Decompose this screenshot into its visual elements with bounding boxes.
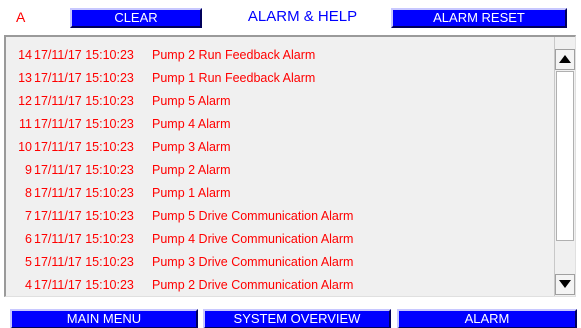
alarm-timestamp: 17/11/17 15:10:23 <box>34 278 134 292</box>
alarm-number: 10 <box>18 140 32 154</box>
alarm-number: 4 <box>25 278 32 292</box>
arrow-down-icon <box>559 280 571 288</box>
alarm-timestamp: 17/11/17 15:10:23 <box>34 186 134 200</box>
alarm-message: Pump 4 Alarm <box>152 117 231 131</box>
alarm-reset-button[interactable]: ALARM RESET <box>391 8 567 28</box>
alarm-message: Pump 3 Drive Communication Alarm <box>152 255 354 269</box>
vertical-scrollbar[interactable] <box>554 37 575 296</box>
alarm-number: 5 <box>25 255 32 269</box>
alarm-message: Pump 1 Alarm <box>152 186 231 200</box>
page-title-text: ALARM & HELP <box>247 8 358 25</box>
alarm-timestamp: 17/11/17 15:10:23 <box>34 140 134 154</box>
main-menu-button[interactable]: MAIN MENU <box>10 309 198 328</box>
alarm-timestamp: 17/11/17 15:10:23 <box>34 71 134 85</box>
alarm-nav-button[interactable]: ALARM <box>397 309 577 328</box>
alarm-timestamp: 17/11/17 15:10:23 <box>34 117 134 131</box>
alarm-message: Pump 4 Drive Communication Alarm <box>152 232 354 246</box>
alarm-number: 14 <box>18 48 32 62</box>
alarm-number: 12 <box>18 94 32 108</box>
scroll-up-button[interactable] <box>555 49 575 70</box>
alarm-message: Pump 2 Alarm <box>152 163 231 177</box>
system-overview-button[interactable]: SYSTEM OVERVIEW <box>203 309 391 328</box>
alarm-message: Pump 2 Drive Communication Alarm <box>152 278 354 292</box>
alarm-timestamp: 17/11/17 15:10:23 <box>34 94 134 108</box>
alarm-number: 6 <box>25 232 32 246</box>
alarm-number: 13 <box>18 71 32 85</box>
clear-button[interactable]: CLEAR <box>70 8 202 28</box>
alarm-timestamp: 17/11/17 15:10:23 <box>34 48 134 62</box>
scroll-down-button[interactable] <box>555 274 575 295</box>
alarm-screen: A CLEAR ALARM & HELP ALARM RESET 14 17/1… <box>0 0 581 328</box>
alarm-number: 11 <box>19 117 32 131</box>
alarm-timestamp: 17/11/17 15:10:23 <box>34 209 134 223</box>
alarm-message: Pump 1 Run Feedback Alarm <box>152 71 316 85</box>
alarm-message: Pump 3 Alarm <box>152 140 231 154</box>
alarm-timestamp: 17/11/17 15:10:23 <box>34 255 134 269</box>
alarm-number: 7 <box>25 209 32 223</box>
scroll-thumb[interactable] <box>556 71 574 241</box>
alarm-number: 8 <box>25 186 32 200</box>
alarm-message: Pump 2 Run Feedback Alarm <box>152 48 316 62</box>
alarm-number: 9 <box>25 163 32 177</box>
alarm-indicator: A <box>16 9 26 25</box>
alarm-message: Pump 5 Drive Communication Alarm <box>152 209 354 223</box>
alarm-timestamp: 17/11/17 15:10:23 <box>34 232 134 246</box>
arrow-up-icon <box>559 55 571 63</box>
alarm-message: Pump 5 Alarm <box>152 94 231 108</box>
alarm-timestamp: 17/11/17 15:10:23 <box>34 163 134 177</box>
alarm-list[interactable]: 14 17/11/17 15:10:23 Pump 2 Run Feedback… <box>4 35 576 297</box>
